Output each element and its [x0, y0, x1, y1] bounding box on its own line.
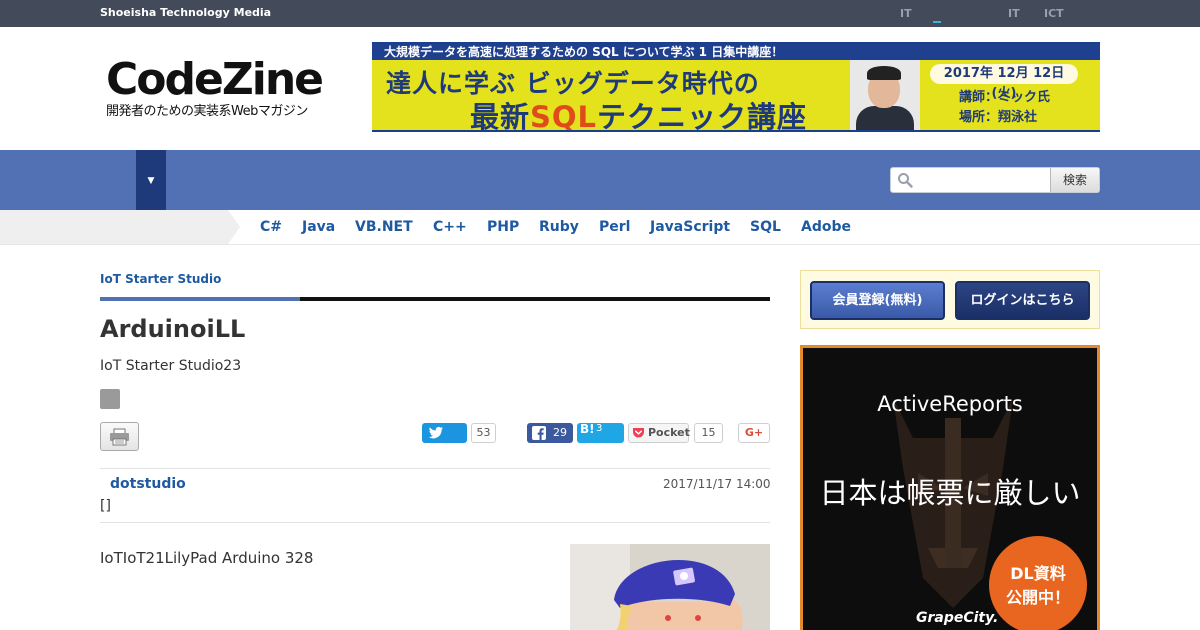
- lang-link-sql[interactable]: SQL: [750, 219, 781, 235]
- article-subtitle: IoT Starter Studio23: [100, 358, 242, 374]
- printer-icon: [110, 428, 129, 446]
- top-link-ict[interactable]: ICT: [1044, 7, 1064, 20]
- login-button[interactable]: ログインはこちら: [955, 281, 1090, 320]
- tag-icon[interactable]: [100, 389, 120, 409]
- search-button[interactable]: 検索: [1050, 168, 1099, 192]
- twitter-count: 53: [471, 423, 496, 443]
- print-button[interactable]: [100, 422, 139, 451]
- banner-headline-2: 最新SQLテクニック講座: [470, 100, 808, 132]
- category-underline: [100, 297, 300, 301]
- lang-link-adobe[interactable]: Adobe: [801, 219, 851, 235]
- ad-title: ActiveReports: [877, 392, 1023, 416]
- banner-top-line: 大規模データを高速に処理するための SQL について学ぶ 1 日集中講座！: [372, 44, 1100, 60]
- top-active-marker: [933, 21, 941, 23]
- search-box: 検索: [890, 167, 1100, 193]
- sidebar-ad[interactable]: ActiveReports 日本は帳票に厳しい DL資料 公開中！ GrapeC…: [800, 345, 1100, 630]
- top-link-it[interactable]: IT: [900, 7, 912, 20]
- lang-link-php[interactable]: PHP: [487, 219, 519, 235]
- author-link[interactable]: dotstudio: [110, 476, 186, 492]
- banner-speaker-info: 講師：ミック氏 場所：翔泳社: [959, 90, 1051, 125]
- author-note: []: [100, 498, 111, 514]
- site-logo[interactable]: CodeZine 開発者のための実装系Webマガジン: [106, 54, 324, 120]
- twitter-icon: [428, 426, 443, 439]
- network-brand-link[interactable]: Shoeisha Technology Media: [100, 6, 271, 19]
- top-link-it-2[interactable]: IT: [1008, 7, 1020, 20]
- lang-link-cpp[interactable]: C++: [433, 219, 467, 235]
- hatena-count: 3: [596, 423, 603, 434]
- title-rule: [300, 297, 770, 301]
- hatena-bookmark-button[interactable]: B! 3: [577, 422, 624, 443]
- gplus-share-button[interactable]: G+: [738, 423, 770, 443]
- search-icon: [898, 173, 913, 188]
- article-body-text: IoTIoT21LilyPad Arduino 328: [100, 549, 314, 567]
- logo-name: CodeZine: [106, 54, 324, 105]
- article-category-link[interactable]: IoT Starter Studio: [100, 272, 221, 286]
- caret-down-icon: ▼: [147, 176, 155, 186]
- speaker-photo: [850, 60, 920, 130]
- lang-link-ruby[interactable]: Ruby: [539, 219, 579, 235]
- search-input[interactable]: [917, 170, 1047, 190]
- lang-link-csharp[interactable]: C#: [260, 219, 282, 235]
- publish-date: 2017/11/17 14:00: [663, 477, 771, 491]
- member-box: 会員登録(無料) ログインはこちら: [800, 270, 1100, 329]
- article-title: ArduinoiLL: [100, 315, 246, 343]
- header-banner-ad[interactable]: 大規模データを高速に処理するための SQL について学ぶ 1 日集中講座！ 達人…: [372, 42, 1100, 132]
- pocket-save-button[interactable]: Pocket: [628, 423, 690, 443]
- pocket-icon: [633, 428, 644, 438]
- pocket-count: 15: [694, 423, 723, 443]
- hatena-icon: B!: [580, 422, 595, 436]
- lang-link-javascript[interactable]: JavaScript: [650, 219, 730, 235]
- menu-dropdown-button[interactable]: ▼: [136, 150, 166, 210]
- facebook-count: 29: [553, 426, 567, 439]
- top-bar: Shoeisha Technology Media IT IT ICT: [0, 0, 1200, 27]
- article-photo: [570, 544, 770, 630]
- facebook-icon: [532, 426, 546, 440]
- ad-download-badge: DL資料 公開中！: [989, 536, 1087, 630]
- main-nav-bar: ▼ 検索: [0, 150, 1200, 210]
- lang-link-vbnet[interactable]: VB.NET: [355, 219, 413, 235]
- language-bar: C# Java VB.NET C++ PHP Ruby Perl JavaScr…: [0, 210, 1200, 245]
- banner-date: 2017年 12月 12日 (火): [930, 64, 1078, 101]
- facebook-share-button[interactable]: 29: [527, 423, 573, 443]
- ad-headline: 日本は帳票に厳しい: [819, 476, 1081, 510]
- lang-link-java[interactable]: Java: [302, 219, 335, 235]
- register-button[interactable]: 会員登録(無料): [810, 281, 945, 320]
- twitter-share-button[interactable]: [422, 423, 467, 443]
- lang-link-perl[interactable]: Perl: [599, 219, 630, 235]
- grapecity-logo: GrapeCity.: [916, 610, 999, 626]
